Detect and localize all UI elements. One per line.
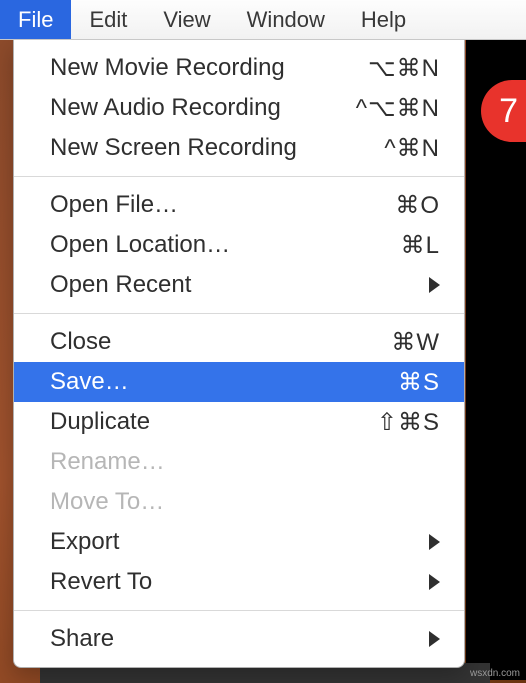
menubar-item-window[interactable]: Window [229,0,343,39]
menu-item-shortcut: ^⌥⌘N [356,94,440,123]
menubar-item-help[interactable]: Help [343,0,424,39]
menu-item-shortcut: ⌥⌘N [368,54,440,83]
menu-item-label: Export [50,528,119,556]
menubar-label: Window [247,7,325,33]
menu-item-label: Open Recent [50,271,191,299]
submenu-indicator [429,574,440,590]
menu-separator [14,313,464,314]
menu-item-rename: Rename… [14,442,464,482]
menu-item-new-movie-recording[interactable]: New Movie Recording ⌥⌘N [14,48,464,88]
menu-item-label: New Movie Recording [50,54,285,82]
menubar-item-view[interactable]: View [145,0,228,39]
menu-item-export[interactable]: Export [14,522,464,562]
menu-item-open-recent[interactable]: Open Recent [14,265,464,305]
menubar-label: File [18,7,53,33]
menu-item-shortcut: ^⌘N [384,134,440,163]
menu-item-label: Share [50,625,114,653]
menu-item-label: Open File… [50,191,178,219]
watermark: wsxdn.com [470,668,520,679]
menu-item-label: New Screen Recording [50,134,297,162]
menubar-item-edit[interactable]: Edit [71,0,145,39]
notification-count: 7 [499,92,518,131]
menu-item-duplicate[interactable]: Duplicate ⇧⌘S [14,402,464,442]
menubar-label: Help [361,7,406,33]
menubar: File Edit View Window Help [0,0,526,40]
menu-item-label: Open Location… [50,231,230,259]
menu-item-shortcut: ⇧⌘S [377,408,440,437]
file-menu-dropdown: New Movie Recording ⌥⌘N New Audio Record… [13,40,465,668]
menu-item-label: Close [50,328,111,356]
menubar-label: View [163,7,210,33]
menu-item-shortcut: ⌘O [395,191,440,220]
menu-item-open-file[interactable]: Open File… ⌘O [14,185,464,225]
chevron-right-icon [429,534,440,550]
menu-item-label: New Audio Recording [50,94,281,122]
menu-item-shortcut: ⌘S [398,368,440,397]
menu-separator [14,610,464,611]
menu-item-label: Move To… [50,488,164,516]
menu-item-label: Rename… [50,448,165,476]
menu-item-new-screen-recording[interactable]: New Screen Recording ^⌘N [14,128,464,168]
menu-item-open-location[interactable]: Open Location… ⌘L [14,225,464,265]
menu-item-shortcut: ⌘W [391,328,440,357]
menubar-label: Edit [89,7,127,33]
menu-item-share[interactable]: Share [14,619,464,659]
menu-item-label: Duplicate [50,408,150,436]
submenu-indicator [429,534,440,550]
submenu-indicator [429,277,440,293]
menubar-item-file[interactable]: File [0,0,71,39]
menu-item-revert-to[interactable]: Revert To [14,562,464,602]
submenu-indicator [429,631,440,647]
menu-separator [14,176,464,177]
chevron-right-icon [429,574,440,590]
menu-item-save[interactable]: Save… ⌘S [14,362,464,402]
chevron-right-icon [429,277,440,293]
menu-item-shortcut: ⌘L [401,231,440,260]
menu-item-move-to: Move To… [14,482,464,522]
menu-item-label: Revert To [50,568,152,596]
menu-item-label: Save… [50,368,129,396]
chevron-right-icon [429,631,440,647]
menu-item-new-audio-recording[interactable]: New Audio Recording ^⌥⌘N [14,88,464,128]
menu-item-close[interactable]: Close ⌘W [14,322,464,362]
